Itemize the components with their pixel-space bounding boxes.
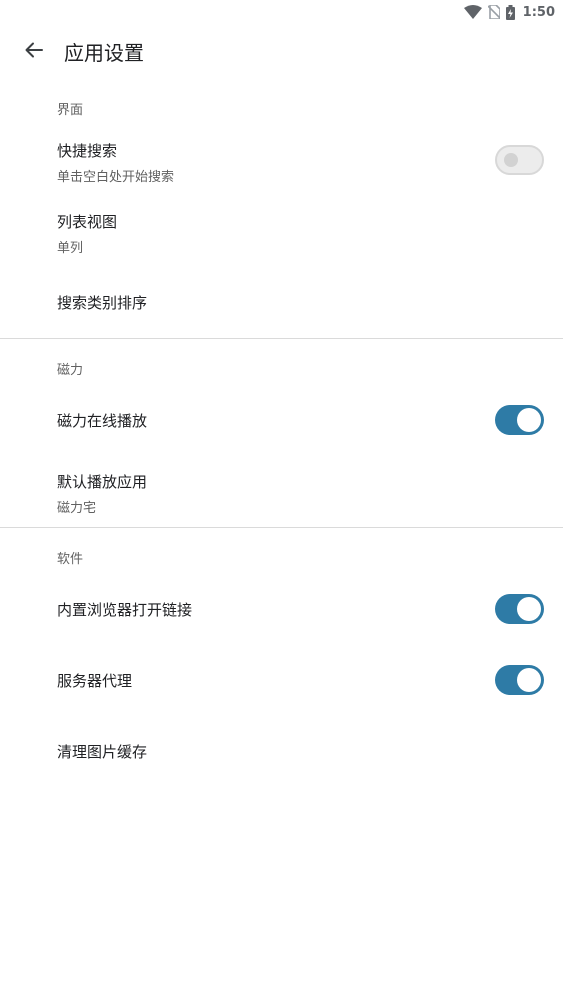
page-title: 应用设置 — [64, 41, 144, 65]
setting-title: 内置浏览器打开链接 — [57, 601, 193, 619]
back-button[interactable] — [14, 32, 54, 72]
toggle-knob — [517, 668, 541, 692]
status-bar: 1:50 — [0, 0, 563, 24]
setting-title: 默认播放应用 — [57, 473, 148, 491]
setting-quick-search[interactable]: 快捷搜索 单击空白处开始搜索 — [0, 124, 563, 194]
wifi-icon — [463, 5, 482, 19]
no-sim-icon — [487, 5, 500, 19]
battery-charging-icon — [505, 4, 515, 20]
divider — [0, 527, 563, 528]
setting-online-play[interactable]: 磁力在线播放 — [0, 386, 563, 454]
setting-clear-cache[interactable]: 清理图片缓存 — [0, 717, 563, 785]
online-play-toggle[interactable] — [495, 405, 544, 435]
setting-subtitle: 单列 — [57, 241, 84, 256]
clock: 1:50 — [522, 4, 555, 20]
setting-title: 列表视图 — [57, 213, 118, 231]
section-header-magnet: 磁力 — [57, 363, 84, 378]
server-proxy-toggle[interactable] — [495, 665, 544, 695]
setting-server-proxy[interactable]: 服务器代理 — [0, 646, 563, 714]
quick-search-toggle[interactable] — [495, 145, 544, 175]
setting-default-player[interactable]: 默认播放应用 磁力宅 — [0, 458, 563, 526]
setting-subtitle: 磁力宅 — [57, 501, 97, 516]
setting-builtin-browser[interactable]: 内置浏览器打开链接 — [0, 575, 563, 643]
setting-list-view[interactable]: 列表视图 单列 — [0, 196, 563, 264]
setting-title: 搜索类别排序 — [57, 294, 148, 312]
toggle-knob — [517, 597, 541, 621]
setting-title: 清理图片缓存 — [57, 743, 148, 761]
section-header-software: 软件 — [57, 552, 84, 567]
builtin-browser-toggle[interactable] — [495, 594, 544, 624]
setting-subtitle: 单击空白处开始搜索 — [57, 170, 175, 185]
toggle-knob — [504, 153, 518, 167]
setting-title: 磁力在线播放 — [57, 412, 148, 430]
toggle-knob — [517, 408, 541, 432]
setting-title: 服务器代理 — [57, 672, 133, 690]
app-bar: 应用设置 — [0, 24, 563, 80]
section-header-interface: 界面 — [57, 103, 84, 118]
setting-category-sort[interactable]: 搜索类别排序 — [0, 268, 563, 336]
divider — [0, 338, 563, 339]
status-icons: 1:50 — [463, 3, 555, 21]
setting-title: 快捷搜索 — [57, 142, 118, 160]
arrow-back-icon — [25, 42, 43, 62]
